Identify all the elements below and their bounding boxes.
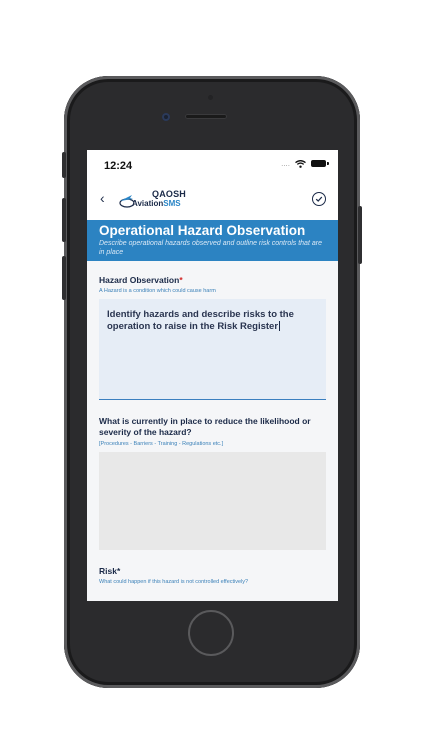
- logo-text-aviation-sms: AviationSMS: [132, 199, 181, 208]
- wifi-icon: [295, 159, 306, 168]
- page-title: Operational Hazard Observation: [99, 223, 306, 238]
- volume-down-button: [62, 256, 66, 300]
- page-header-banner: Operational Hazard Observation Describe …: [87, 220, 338, 261]
- hazard-text: Identify hazards and describe risks to t…: [107, 309, 294, 332]
- controls-label: What is currently in place to reduce the…: [99, 416, 311, 437]
- hazard-textarea[interactable]: Identify hazards and describe risks to t…: [99, 299, 326, 400]
- mute-switch: [62, 152, 66, 178]
- volume-up-button: [62, 198, 66, 242]
- app-screen: 12:24 .... ‹ QAOSH AviationSMS Operation…: [87, 150, 338, 601]
- logo-text-qaosh: QAOSH: [152, 189, 187, 199]
- risk-label: Risk*: [99, 566, 121, 576]
- app-logo: QAOSH AviationSMS: [118, 189, 188, 211]
- home-button[interactable]: [188, 610, 234, 656]
- front-camera: [162, 113, 170, 121]
- risk-hint: What could happen if this hazard is not …: [99, 579, 249, 585]
- chevron-left-icon[interactable]: ‹: [100, 190, 105, 206]
- proximity-sensor: [208, 95, 213, 100]
- observation-form: Hazard Observation* A Hazard is a condit…: [87, 275, 338, 585]
- controls-hint: [Procedures - Barriers - Training - Regu…: [99, 441, 224, 447]
- hazard-hint: A Hazard is a condition which could caus…: [99, 288, 216, 294]
- nav-bar: ‹ QAOSH AviationSMS: [87, 180, 338, 220]
- signal-icon: ....: [281, 159, 290, 168]
- text-cursor: [279, 321, 281, 332]
- controls-textarea[interactable]: [99, 452, 326, 550]
- power-button: [358, 206, 362, 264]
- check-circle-icon[interactable]: [312, 192, 326, 206]
- hazard-label: Hazard Observation*: [99, 275, 183, 285]
- status-bar: 12:24 ....: [87, 150, 338, 180]
- status-time: 12:24: [104, 160, 133, 172]
- earpiece-speaker: [185, 114, 227, 119]
- page-subtitle: Describe operational hazards observed an…: [99, 240, 322, 256]
- battery-icon: [311, 160, 329, 167]
